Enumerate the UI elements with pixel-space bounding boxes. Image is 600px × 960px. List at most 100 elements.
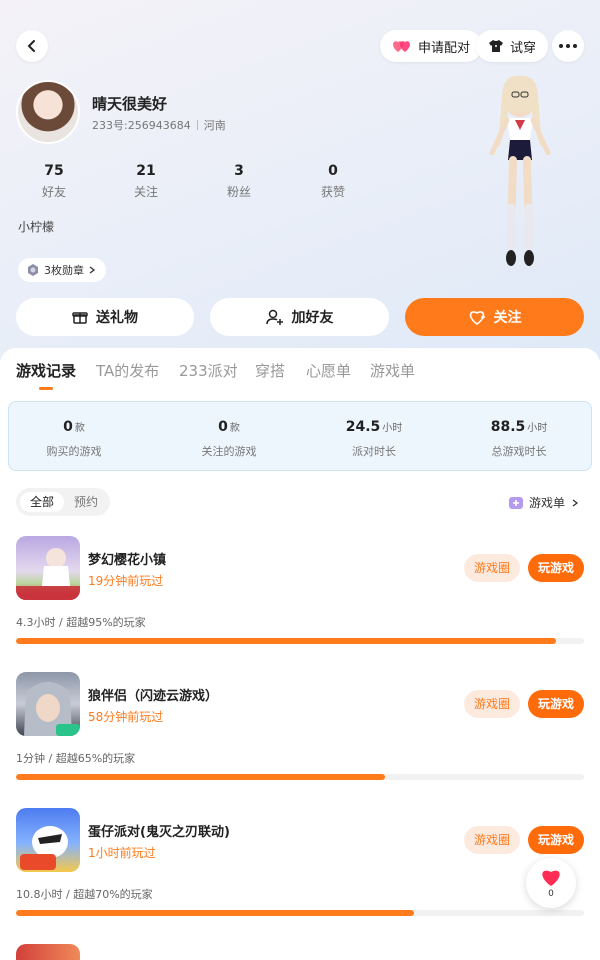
game-stats: 4.3小时 / 超越95%的玩家 [16,616,146,629]
game-title[interactable]: 狼伴侣（闪迹云游戏） [88,685,218,704]
like-count: 0 [548,889,554,899]
game-circle-button[interactable]: 游戏圈 [464,554,520,582]
bio: 小柠檬 [18,220,55,234]
game-stats: 1分钟 / 超越65%的玩家 [16,752,136,765]
filter-all[interactable]: 全部 [20,492,64,512]
summary-value: 24.5 [345,419,381,435]
game-icon[interactable] [16,944,80,960]
pair-request-label: 申请配对 [418,40,471,56]
summary-unit: 款 [74,423,85,434]
summary-label: 关注的游戏 [201,445,257,458]
game-last-played: 19分钟前玩过 [88,574,164,588]
percentile-bar [16,910,584,916]
game-last-played: 1小时前玩过 [88,846,156,860]
summary-unit: 小时 [382,423,403,434]
tab-party[interactable]: 233派对 [179,360,238,381]
pair-request-button[interactable]: 申请配对 [380,30,483,62]
nickname: 晴天很美好 [92,95,168,113]
summary-value: 88.5 [490,419,526,435]
more-button[interactable] [552,30,584,62]
tab-indicator [39,387,53,390]
summary-purchased: 0款 购买的游戏 [4,416,144,459]
game-stats: 10.8小时 / 超越70%的玩家 [16,888,153,901]
game-artwork-icon [24,682,80,736]
tryon-button[interactable]: 试穿 [476,30,549,62]
game-last-played: 58分钟前玩过 [88,710,164,724]
add-friend-button[interactable]: 加好友 [210,298,389,336]
percentile-bar [16,774,584,780]
game-summary: 0款 购买的游戏 0款 关注的游戏 24.5 小时 派对时长 88.5 小时 总游戏… [8,401,592,471]
double-heart-icon [393,41,410,52]
filter-reserve[interactable]: 预约 [66,492,106,512]
stat-label: 关注 [133,185,158,199]
stat-friends[interactable]: 75 好友 [14,163,94,200]
game-list-link[interactable]: 游戏单 [509,494,579,511]
game-title[interactable]: 梦幻樱花小镇 [88,549,166,568]
summary-unit: 款 [229,423,240,434]
like-button[interactable]: 0 [526,858,576,908]
stat-value: 75 [44,163,64,179]
stat-fans[interactable]: 3 粉丝 [199,163,279,200]
game-icon[interactable] [16,808,80,872]
more-dots-icon [559,44,577,48]
gift-icon [72,312,88,324]
stat-label: 好友 [41,185,66,199]
game-circle-button[interactable]: 游戏圈 [464,690,520,718]
tab-game-lists[interactable]: 游戏单 [370,360,415,381]
avatar[interactable] [16,80,80,144]
add-user-icon [265,309,283,325]
summary-label: 购买的游戏 [46,445,102,458]
tab-outfits[interactable]: 穿搭 [255,360,285,381]
chevron-right-icon [572,498,579,507]
percentile-bar-fill [16,910,414,916]
stat-likes[interactable]: 0 获赞 [293,163,373,200]
play-game-button[interactable]: 玩游戏 [528,826,584,854]
play-game-button[interactable]: 玩游戏 [528,554,584,582]
user-id-line: 233号:256943684 河南 [92,117,226,133]
game-circle-button[interactable]: 游戏圈 [464,826,520,854]
chevron-right-icon [89,266,96,274]
stat-following[interactable]: 21 关注 [106,163,186,200]
game-artwork-icon [20,826,68,870]
summary-label: 总游戏时长 [491,445,547,458]
heart-plus-icon [469,311,485,325]
send-gift-button[interactable]: 送礼物 [16,298,194,336]
send-gift-label: 送礼物 [96,310,138,326]
tab-posts[interactable]: TA的发布 [96,360,159,381]
stat-value: 3 [234,163,244,179]
percentile-bar-fill [16,638,556,644]
game-icon[interactable] [16,672,80,736]
stat-label: 获赞 [320,185,345,199]
summary-value: 0 [218,419,228,435]
back-button[interactable] [16,30,48,62]
game-icon[interactable] [16,536,80,600]
add-friend-label: 加好友 [291,310,334,326]
summary-party-time: 24.5 小时 派对时长 [304,416,444,459]
stat-value: 0 [328,163,338,179]
avatar-figure [489,75,551,266]
game-artwork-icon [16,548,80,600]
game-title[interactable]: 蛋仔派对(鬼灭之刃联动) [88,821,230,840]
divider [196,120,198,130]
stat-label: 粉丝 [226,185,251,199]
shirt-icon [489,40,503,52]
summary-label: 派对时长 [352,445,396,458]
play-game-button[interactable]: 玩游戏 [528,690,584,718]
game-list-icon [509,496,523,509]
medals-button[interactable]: 3枚勋章 [18,258,106,282]
stat-value: 21 [136,163,156,179]
summary-value: 0 [63,419,73,435]
summary-followed: 0款 关注的游戏 [159,416,299,459]
percentile-bar-fill [16,774,386,780]
tab-game-records[interactable]: 游戏记录 [16,360,76,381]
region: 河南 [203,119,226,132]
percentile-bar [16,638,584,644]
tab-wishlist[interactable]: 心愿单 [306,360,351,381]
follow-label: 关注 [493,310,522,326]
follow-button[interactable]: 关注 [405,298,584,336]
tryon-label: 试穿 [510,40,537,56]
user-id: 233号:256943684 [92,119,191,132]
summary-unit: 小时 [527,423,548,434]
heart-icon [542,870,560,886]
game-list-label: 游戏单 [529,496,566,510]
